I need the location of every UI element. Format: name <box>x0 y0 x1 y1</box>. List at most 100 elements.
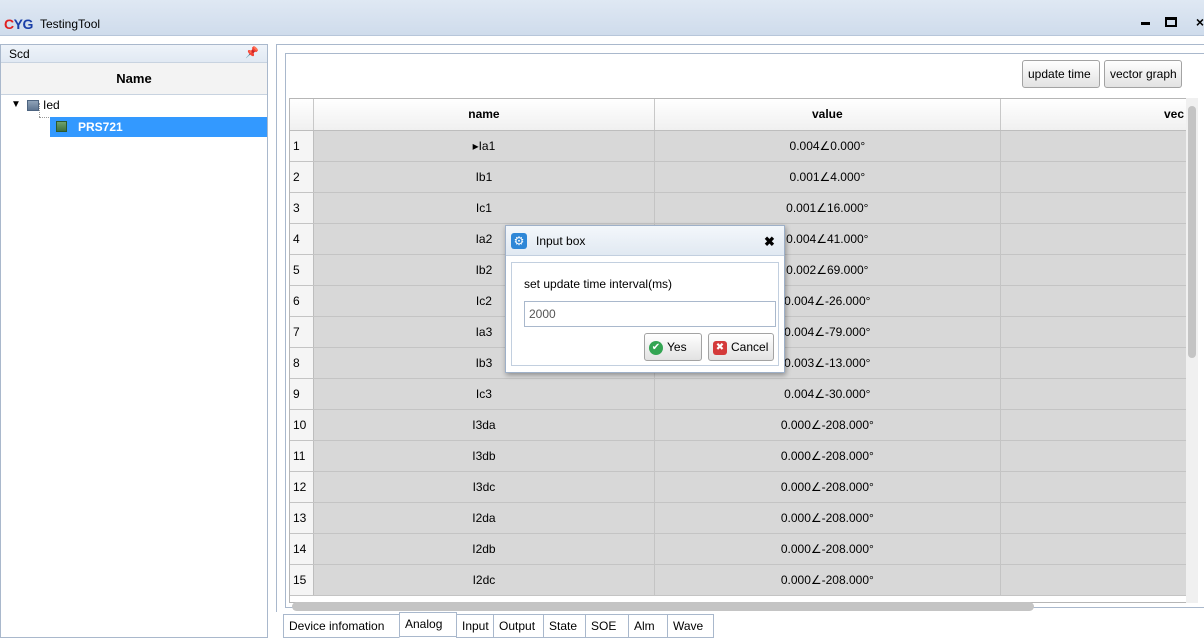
dialog-close-icon[interactable]: ✖ <box>764 234 775 250</box>
tree-node-label: PRS721 <box>78 120 123 134</box>
value-cell[interactable]: 0.000∠-208.000° <box>654 471 1002 503</box>
row-number[interactable]: 1 <box>290 130 315 162</box>
value-cell[interactable]: 0.000∠-208.000° <box>654 564 1002 596</box>
row-number[interactable]: 2 <box>290 161 315 193</box>
row-number[interactable]: 12 <box>290 471 315 503</box>
cancel-button[interactable]: ✖ Cancel <box>708 333 774 361</box>
vector-graph-button[interactable]: vector graph <box>1104 60 1182 88</box>
row-number[interactable]: 4 <box>290 223 315 255</box>
row-number[interactable]: 6 <box>290 285 315 317</box>
yes-button[interactable]: ✔ Yes <box>644 333 702 361</box>
tab-state[interactable]: State <box>543 614 586 638</box>
value-cell[interactable]: 0.004∠-30.000° <box>654 378 1002 410</box>
update-time-button[interactable]: update time <box>1022 60 1100 88</box>
name-cell[interactable]: I2db <box>313 533 655 565</box>
table-row[interactable]: 15 I2dc 0.000∠-208.000° <box>290 564 1197 596</box>
row-number[interactable]: 3 <box>290 192 315 224</box>
name-cell[interactable]: I3da <box>313 409 655 441</box>
vector-cell[interactable] <box>1000 502 1197 534</box>
vector-cell[interactable] <box>1000 409 1197 441</box>
name-cell[interactable]: I3dc <box>313 471 655 503</box>
vector-cell[interactable] <box>1000 347 1197 379</box>
table-row[interactable]: 13 I2da 0.000∠-208.000° <box>290 502 1197 534</box>
row-number[interactable]: 11 <box>290 440 315 472</box>
table-row[interactable]: 2 Ib1 0.001∠4.000° <box>290 161 1197 193</box>
table-row[interactable]: 12 I3dc 0.000∠-208.000° <box>290 471 1197 503</box>
vertical-scrollbar-thumb[interactable] <box>1188 106 1196 358</box>
value-header[interactable]: value <box>654 99 1002 131</box>
table-row[interactable]: 14 I2db 0.000∠-208.000° <box>290 533 1197 565</box>
device-folder-icon <box>27 100 39 111</box>
tab-alm[interactable]: Alm <box>628 614 668 638</box>
title-bar: CYG TestingTool × <box>0 0 1204 36</box>
value-cell[interactable]: 0.000∠-208.000° <box>654 409 1002 441</box>
vector-cell[interactable] <box>1000 378 1197 410</box>
interval-prompt-label: set update time interval(ms) <box>524 277 673 291</box>
name-cell[interactable]: Ic3 <box>313 378 655 410</box>
vector-cell[interactable] <box>1000 533 1197 565</box>
maximize-button[interactable] <box>1164 14 1180 30</box>
table-row[interactable]: 11 I3db 0.000∠-208.000° <box>290 440 1197 472</box>
vector-cell[interactable] <box>1000 130 1197 162</box>
close-button[interactable]: × <box>1192 14 1204 30</box>
row-number[interactable]: 5 <box>290 254 315 286</box>
table-row[interactable]: 10 I3da 0.000∠-208.000° <box>290 409 1197 441</box>
horizontal-scrollbar-thumb[interactable] <box>292 602 1034 611</box>
name-cell[interactable]: I2da <box>313 502 655 534</box>
vector-cell[interactable] <box>1000 254 1197 286</box>
name-cell[interactable]: Ic1 <box>313 192 655 224</box>
vector-cell[interactable] <box>1000 161 1197 193</box>
interval-input[interactable] <box>524 301 776 327</box>
row-number[interactable]: 15 <box>290 564 315 596</box>
vector-cell[interactable] <box>1000 316 1197 348</box>
check-icon: ✔ <box>649 340 663 355</box>
table-row[interactable]: 1 ▸Ia1 0.004∠0.000° <box>290 130 1197 162</box>
row-number[interactable]: 14 <box>290 533 315 565</box>
table-row[interactable]: 3 Ic1 0.001∠16.000° <box>290 192 1197 224</box>
tab-wave[interactable]: Wave <box>667 614 714 638</box>
value-cell[interactable]: 0.001∠16.000° <box>654 192 1002 224</box>
row-number[interactable]: 8 <box>290 347 315 379</box>
row-number[interactable]: 10 <box>290 409 315 441</box>
name-cell[interactable]: I3db <box>313 440 655 472</box>
row-number[interactable]: 13 <box>290 502 315 534</box>
logo-yg: YG <box>13 16 34 32</box>
vector-cell[interactable] <box>1000 440 1197 472</box>
vector-cell[interactable] <box>1000 285 1197 317</box>
gear-icon: ⚙ <box>511 233 527 249</box>
pin-icon[interactable]: 📌 <box>245 46 259 59</box>
window-title: TestingTool <box>40 17 101 31</box>
tree-connector <box>39 103 40 117</box>
vector-cell[interactable] <box>1000 223 1197 255</box>
tab-soe[interactable]: SOE <box>585 614 629 638</box>
value-cell[interactable]: 0.000∠-208.000° <box>654 533 1002 565</box>
row-number[interactable]: 9 <box>290 378 315 410</box>
scd-panel-title: Scd <box>9 47 30 61</box>
value-cell[interactable]: 0.004∠0.000° <box>654 130 1002 162</box>
tab-output[interactable]: Output <box>493 614 544 638</box>
name-header[interactable]: name <box>313 99 655 131</box>
row-number[interactable]: 7 <box>290 316 315 348</box>
value-cell[interactable]: 0.000∠-208.000° <box>654 440 1002 472</box>
value-cell[interactable]: 0.000∠-208.000° <box>654 502 1002 534</box>
tab-input[interactable]: Input <box>456 614 494 638</box>
input-box-dialog: ⚙ Input box ✖ set update time interval(m… <box>505 225 785 373</box>
vector-cell[interactable] <box>1000 471 1197 503</box>
vector-cell[interactable] <box>1000 192 1197 224</box>
tree-node-ied[interactable]: ▼ Ied <box>1 95 267 115</box>
tab-analog[interactable]: Analog <box>399 612 457 638</box>
expand-triangle-icon[interactable]: ▼ <box>11 95 21 115</box>
vector-cell[interactable] <box>1000 564 1197 596</box>
minimize-button[interactable] <box>1138 14 1154 30</box>
yes-label: Yes <box>667 340 687 354</box>
name-cell[interactable]: Ib1 <box>313 161 655 193</box>
value-cell[interactable]: 0.001∠4.000° <box>654 161 1002 193</box>
name-cell[interactable]: I2dc <box>313 564 655 596</box>
name-cell[interactable]: ▸Ia1 <box>313 130 655 162</box>
scd-panel: Scd 📌 Name ▼ Ied PRS721 <box>0 44 268 638</box>
tree-node-prs721[interactable]: PRS721 <box>50 117 267 137</box>
name-column-header[interactable]: Name <box>1 63 267 95</box>
vec-header[interactable]: vec <box>1000 99 1197 131</box>
table-row[interactable]: 9 Ic3 0.004∠-30.000° <box>290 378 1197 410</box>
tab-device-infomation[interactable]: Device infomation <box>283 614 400 638</box>
